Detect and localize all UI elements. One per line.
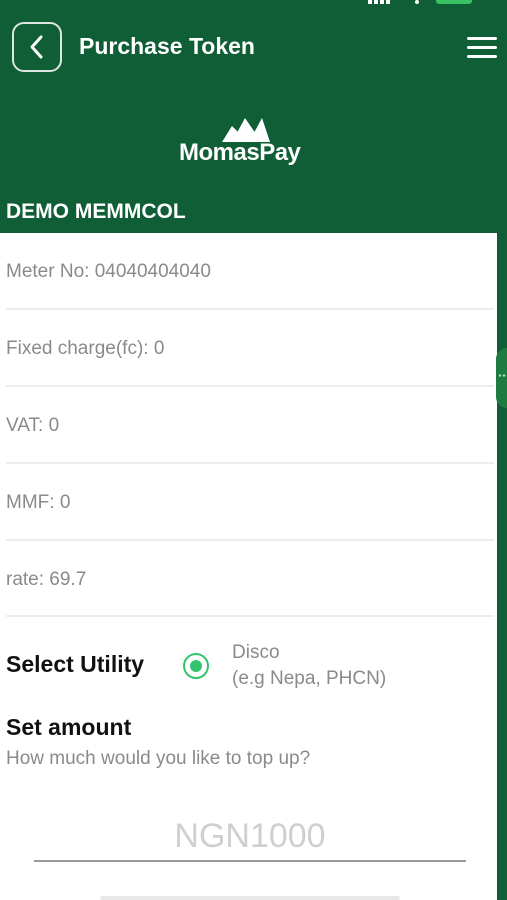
status-bar	[0, 0, 507, 12]
disco-option-title[interactable]: Disco	[232, 642, 280, 664]
set-amount-title: Set amount	[6, 714, 132, 740]
logo-text: MomasPay	[179, 139, 301, 166]
side-handle-dots	[498, 374, 507, 377]
amount-input[interactable]	[34, 812, 466, 862]
disco-option-subtitle: (e.g Nepa, PHCN)	[232, 668, 387, 689]
page-title: Purchase Token	[79, 33, 255, 59]
signal-icon	[368, 0, 390, 4]
back-button[interactable]	[12, 22, 62, 72]
fixed-charge-row: Fixed charge(fc): 0	[6, 338, 165, 359]
battery-icon	[436, 0, 472, 4]
select-utility-label: Select Utility	[6, 651, 145, 677]
brand-logo: MomasPay	[170, 112, 330, 168]
set-amount-subtitle: How much would you like to top up?	[6, 748, 311, 769]
menu-button[interactable]	[462, 34, 502, 62]
meter-number-row: Meter No: 04040404040	[6, 261, 211, 282]
mmf-row: MMF: 0	[6, 492, 71, 513]
divider	[6, 385, 494, 387]
organization-name: DEMO MEMMCOL	[6, 200, 186, 223]
side-strip	[497, 233, 507, 900]
divider	[6, 308, 494, 310]
side-handle[interactable]	[496, 348, 507, 408]
divider	[6, 462, 494, 464]
bottom-divider	[100, 896, 400, 900]
disco-radio-button[interactable]	[183, 653, 209, 679]
divider	[6, 539, 494, 541]
rate-row: rate: 69.7	[6, 569, 87, 590]
hamburger-menu-icon	[467, 37, 497, 40]
chevron-left-icon	[30, 35, 43, 59]
vat-row: VAT: 0	[6, 415, 60, 436]
radio-selected-dot	[189, 659, 202, 672]
divider	[6, 615, 494, 617]
wifi-icon	[415, 0, 419, 4]
